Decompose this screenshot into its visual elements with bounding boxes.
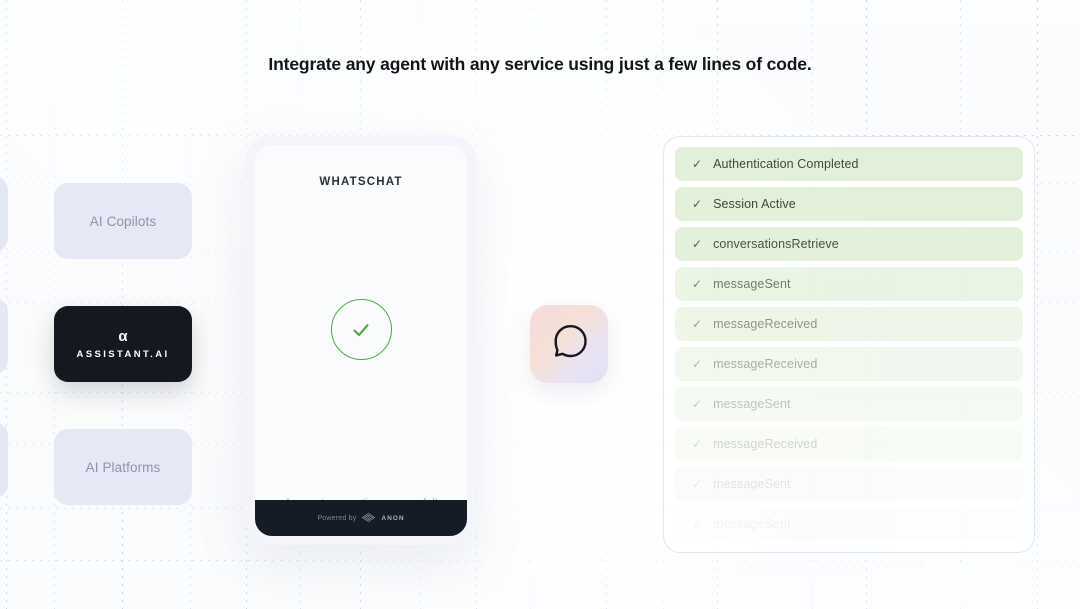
check-icon: ✓ <box>692 237 703 251</box>
status-panel: ✓ Authentication Completed ✓ Session Active… <box>663 136 1035 553</box>
status-row-label: messageReceived <box>713 317 818 331</box>
status-row: ✓ messageReceived <box>675 427 1023 461</box>
grid-line-vertical <box>530 0 531 609</box>
status-row-list: ✓ Authentication Completed ✓ Session Active… <box>675 147 1023 541</box>
status-row: ✓ Authentication Completed <box>675 147 1023 181</box>
card-assistant-ai[interactable]: α ASSISTANT.AI <box>54 306 192 382</box>
chat-app-tile[interactable] <box>530 305 608 383</box>
status-row: ✓ messageReceived <box>675 307 1023 341</box>
status-row-label: Authentication Completed <box>713 157 859 171</box>
status-row-label: messageReceived <box>713 437 818 451</box>
alpha-glyph-icon: α <box>118 327 128 345</box>
status-row: ✓ messageSent <box>675 267 1023 301</box>
check-icon: ✓ <box>692 317 703 331</box>
check-icon: ✓ <box>692 437 703 451</box>
card-ai-copilots-label: AI Copilots <box>89 213 157 229</box>
status-row-label: messageSent <box>713 517 791 531</box>
phone-screen: WHATSCHAT Account connection successful! <box>255 145 467 536</box>
canvas: Integrate any agent with any service usi… <box>0 0 1080 609</box>
anon-brand-label: ANON <box>381 514 405 522</box>
grid-line-vertical <box>54 0 55 609</box>
check-circle-icon <box>330 299 392 360</box>
phone-footer-bar: Powered by ANON <box>255 500 467 536</box>
grid-line-horizontal <box>0 560 1080 561</box>
check-icon: ✓ <box>692 517 703 531</box>
grid-line-vertical <box>122 0 123 609</box>
card-ai-platforms-label: AI Platforms <box>85 459 161 475</box>
edge-card-middle <box>0 298 8 374</box>
status-row-label: messageSent <box>713 277 791 291</box>
grid-line-vertical <box>190 0 191 609</box>
powered-by-label: Powered by <box>317 514 357 522</box>
status-row-label: messageReceived <box>713 357 818 371</box>
check-icon: ✓ <box>692 277 703 291</box>
grid-line-vertical <box>1037 0 1038 609</box>
status-row-label: messageSent <box>713 397 791 411</box>
status-row-label: messageSent <box>713 477 791 491</box>
phone-mockup: WHATSCHAT Account connection successful!… <box>246 136 476 545</box>
check-icon: ✓ <box>692 477 703 491</box>
status-row: ✓ messageSent <box>675 387 1023 421</box>
status-row: ✓ messageReceived <box>675 347 1023 381</box>
card-ai-copilots[interactable]: AI Copilots <box>54 183 192 259</box>
anon-diamond-icon <box>362 509 376 527</box>
status-row-label: conversationsRetrieve <box>713 237 839 251</box>
grid-line-vertical <box>476 0 477 609</box>
page-title: Integrate any agent with any service usi… <box>268 54 812 74</box>
edge-card-bottom <box>0 422 8 498</box>
check-icon: ✓ <box>692 197 703 211</box>
status-row: ✓ messageSent <box>675 467 1023 501</box>
success-indicator <box>255 162 467 497</box>
chat-bubble-icon <box>546 319 592 370</box>
status-row: ✓ Session Active <box>675 187 1023 221</box>
status-row: ✓ conversationsRetrieve <box>675 227 1023 261</box>
check-icon: ✓ <box>692 397 703 411</box>
status-row: ✓ messageSent <box>675 507 1023 541</box>
grid-line-vertical <box>606 0 607 609</box>
card-assistant-ai-label: ASSISTANT.AI <box>76 348 170 360</box>
status-row-label: Session Active <box>713 197 796 211</box>
edge-card-top <box>0 176 8 252</box>
card-ai-platforms[interactable]: AI Platforms <box>54 429 192 505</box>
check-icon: ✓ <box>692 357 703 371</box>
check-icon: ✓ <box>692 157 703 171</box>
